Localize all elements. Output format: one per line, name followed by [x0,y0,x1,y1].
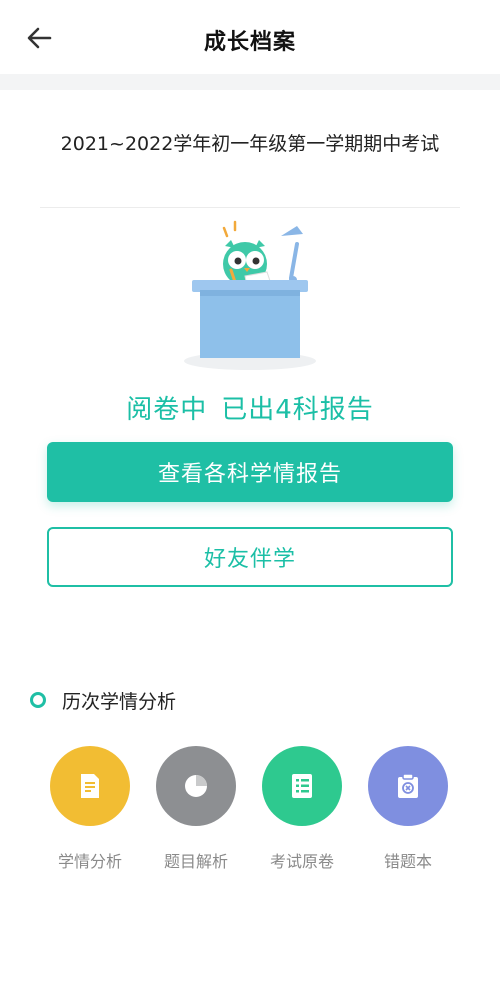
pie-chart-icon [156,746,236,826]
section-dot-icon [30,692,46,708]
divider [40,207,460,208]
tool-mistake-book[interactable]: 错题本 [358,746,458,872]
study-with-friends-button[interactable]: 好友伴学 [47,527,453,587]
view-subject-reports-button[interactable]: 查看各科学情报告 [47,442,453,502]
owl-grading-illustration [175,216,325,376]
paper-list-icon [262,746,342,826]
header-divider-band [0,74,500,90]
top-bar: 成长档案 [0,0,500,74]
clipboard-x-icon [368,746,448,826]
tool-label: 学情分析 [57,852,122,871]
tool-label: 题目解析 [163,852,228,871]
grading-status: 阅卷中 已出4科报告 [0,389,500,426]
page-title: 成长档案 [203,30,296,55]
document-icon [50,746,130,826]
tool-question-analysis[interactable]: 题目解析 [146,746,246,872]
reports-count-label: 已出4科报告 [221,395,374,425]
tool-label: 考试原卷 [269,852,334,871]
grading-label: 阅卷中 [126,395,208,425]
history-tools: 学情分析 题目解析 考试原卷 错题本 [40,746,470,876]
tool-learning-analysis[interactable]: 学情分析 [40,746,140,872]
history-section-title: 历次学情分析 [62,690,177,713]
tool-label: 错题本 [383,852,432,871]
exam-title: 2021~2022学年初一年级第一学期期中考试 [60,133,440,155]
tool-original-paper[interactable]: 考试原卷 [252,746,352,872]
history-section-header: 历次学情分析 [30,686,176,714]
